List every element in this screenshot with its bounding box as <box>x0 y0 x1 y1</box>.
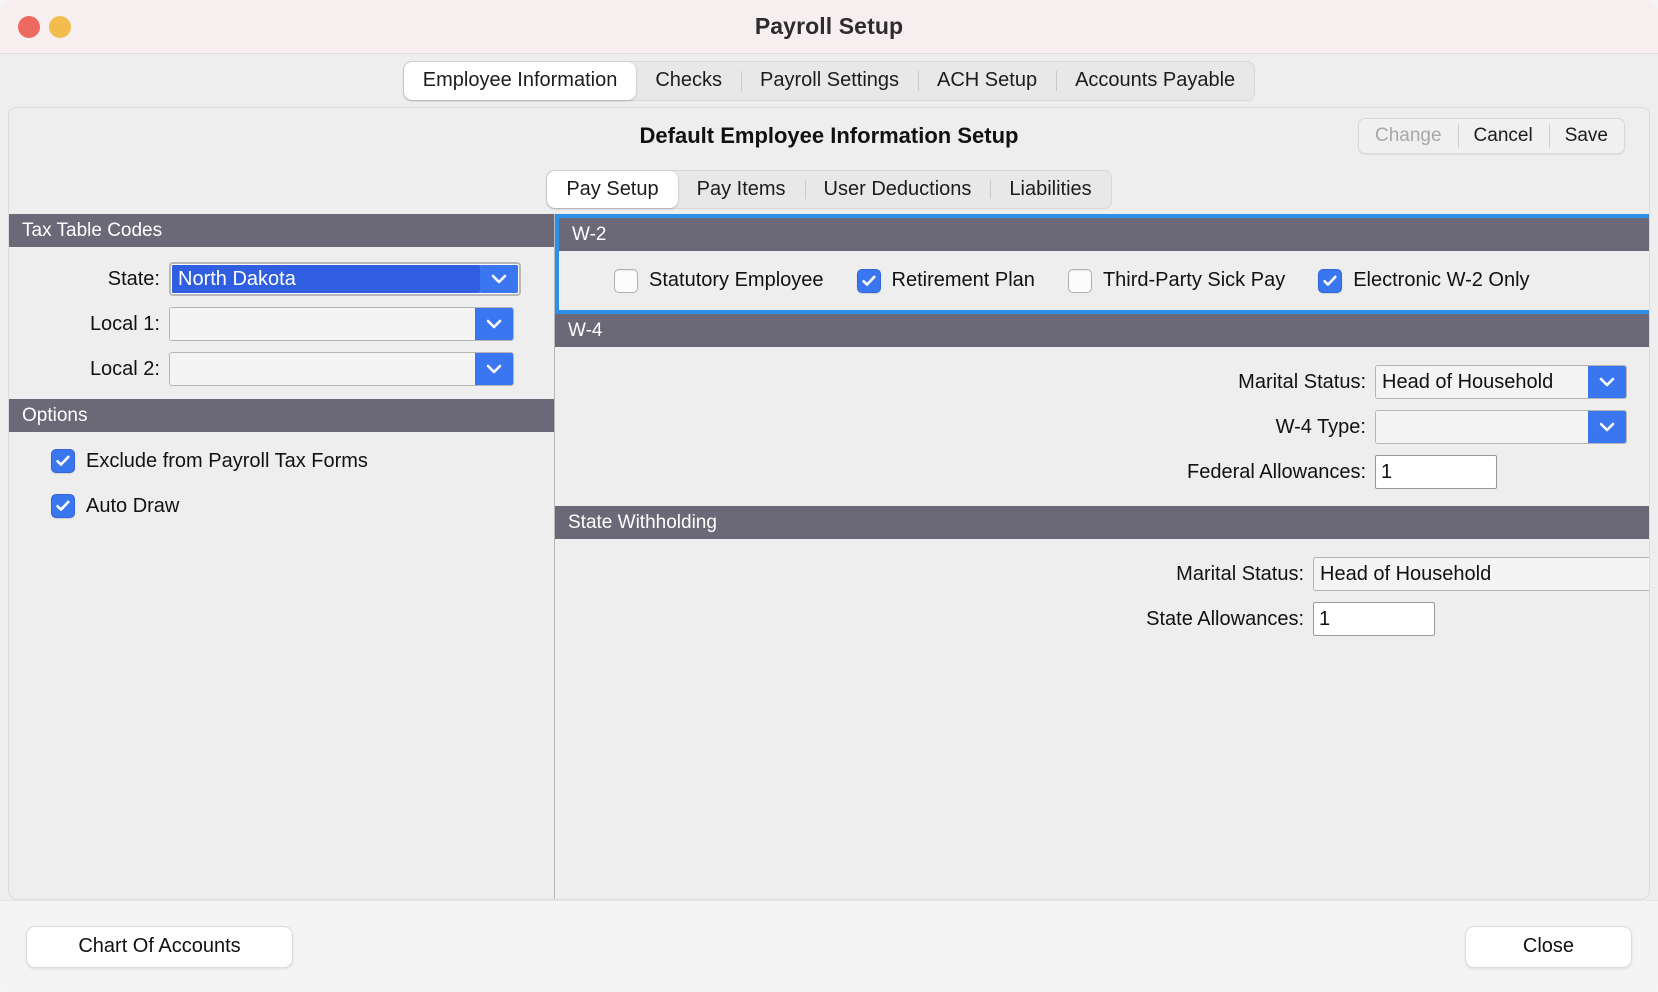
chevron-down-icon[interactable] <box>475 308 513 340</box>
tab-checks[interactable]: Checks <box>636 62 741 100</box>
tab-employee-information[interactable]: Employee Information <box>404 62 637 100</box>
top-tabs-row: Employee Information Checks Payroll Sett… <box>0 54 1658 107</box>
w2-option-label: Electronic W-2 Only <box>1353 269 1529 292</box>
state-allowances-row: State Allowances: 1 <box>555 602 1650 636</box>
option-auto-draw[interactable]: Auto Draw <box>51 494 554 518</box>
w2-retirement-plan[interactable]: Retirement Plan <box>857 269 1035 293</box>
local1-field-row: Local 1: <box>9 307 554 341</box>
chart-of-accounts-button[interactable]: Chart Of Accounts <box>26 926 293 968</box>
checkbox-third-party-sick-pay[interactable] <box>1068 269 1092 293</box>
state-label: State: <box>9 268 169 291</box>
local1-value <box>170 308 475 340</box>
local1-combobox[interactable] <box>169 307 514 341</box>
chevron-down-icon[interactable] <box>1649 558 1650 590</box>
sub-tabs: Pay Setup Pay Items User Deductions Liab… <box>546 170 1111 209</box>
panel-header: Default Employee Information Setup Chang… <box>9 108 1649 164</box>
w4-type-row: W-4 Type: <box>555 410 1650 444</box>
federal-allowances-label: Federal Allowances: <box>555 461 1375 484</box>
payroll-setup-window: Payroll Setup Employee Information Check… <box>0 0 1658 992</box>
w2-header: W-2 <box>559 218 1650 251</box>
state-marital-status-label: Marital Status: <box>555 563 1313 586</box>
option-label: Auto Draw <box>86 495 179 518</box>
cancel-button[interactable]: Cancel <box>1458 119 1549 153</box>
state-withholding-header: State Withholding <box>555 506 1650 539</box>
chevron-down-icon[interactable] <box>1588 366 1626 398</box>
w4-marital-status-label: Marital Status: <box>555 371 1375 394</box>
state-withholding-body: Marital Status: Head of Household State … <box>555 539 1650 653</box>
w4-type-label: W-4 Type: <box>555 416 1375 439</box>
state-combobox[interactable]: North Dakota <box>169 262 521 296</box>
window-titlebar: Payroll Setup <box>0 0 1658 54</box>
right-column-spacer <box>555 653 1650 899</box>
w2-checkbox-row: Statutory Employee Retirement Plan T <box>559 251 1650 310</box>
state-marital-status-combobox[interactable]: Head of Household <box>1313 557 1650 591</box>
subtab-liabilities[interactable]: Liabilities <box>990 171 1110 208</box>
w4-type-value <box>1376 411 1588 443</box>
options-header: Options <box>9 399 554 432</box>
state-value: North Dakota <box>172 265 480 293</box>
close-button[interactable]: Close <box>1465 926 1632 968</box>
chevron-down-icon[interactable] <box>1588 411 1626 443</box>
subtab-pay-setup[interactable]: Pay Setup <box>547 171 677 208</box>
federal-allowances-row: Federal Allowances: 1 <box>555 455 1650 489</box>
local2-value <box>170 353 475 385</box>
federal-allowances-input[interactable]: 1 <box>1375 455 1497 489</box>
state-allowances-input[interactable]: 1 <box>1313 602 1435 636</box>
state-allowances-label: State Allowances: <box>555 608 1313 631</box>
close-window-button[interactable] <box>18 16 40 38</box>
w4-header: W-4 <box>555 314 1650 347</box>
tab-payroll-settings[interactable]: Payroll Settings <box>741 62 918 100</box>
w4-marital-status-row: Marital Status: Head of Household <box>555 365 1650 399</box>
right-column: W-2 Statutory Employee Retirement Plan <box>555 214 1650 899</box>
save-button[interactable]: Save <box>1549 119 1624 153</box>
panel-body: Tax Table Codes State: North Dakota <box>9 214 1649 899</box>
tax-table-codes-body: State: North Dakota Local 1: <box>9 247 554 386</box>
left-column: Tax Table Codes State: North Dakota <box>9 214 555 899</box>
header-action-buttons: Change Cancel Save <box>1358 118 1625 154</box>
local2-field-row: Local 2: <box>9 352 554 386</box>
sub-tabs-row: Pay Setup Pay Items User Deductions Liab… <box>9 164 1649 214</box>
option-label: Exclude from Payroll Tax Forms <box>86 450 368 473</box>
subtab-user-deductions[interactable]: User Deductions <box>805 171 991 208</box>
w2-option-label: Statutory Employee <box>649 269 824 292</box>
tax-table-codes-header: Tax Table Codes <box>9 214 554 247</box>
content-area: Default Employee Information Setup Chang… <box>0 107 1658 900</box>
checkbox-statutory-employee[interactable] <box>614 269 638 293</box>
state-marital-status-value: Head of Household <box>1314 558 1649 590</box>
w2-electronic-w2-only[interactable]: Electronic W-2 Only <box>1318 269 1529 293</box>
w4-marital-status-value: Head of Household <box>1376 366 1588 398</box>
checkbox-retirement-plan[interactable] <box>857 269 881 293</box>
w4-type-combobox[interactable] <box>1375 410 1627 444</box>
w2-third-party-sick-pay[interactable]: Third-Party Sick Pay <box>1068 269 1285 293</box>
options-list: Exclude from Payroll Tax Forms Auto Draw <box>9 432 554 539</box>
setup-panel: Default Employee Information Setup Chang… <box>8 107 1650 900</box>
checkbox-auto-draw[interactable] <box>51 494 75 518</box>
option-exclude-from-payroll-tax-forms[interactable]: Exclude from Payroll Tax Forms <box>51 449 554 473</box>
w2-statutory-employee[interactable]: Statutory Employee <box>614 269 824 293</box>
local2-combobox[interactable] <box>169 352 514 386</box>
checkbox-electronic-w2-only[interactable] <box>1318 269 1342 293</box>
w4-body: Marital Status: Head of Household W-4 Ty… <box>555 347 1650 506</box>
w2-option-label: Third-Party Sick Pay <box>1103 269 1285 292</box>
window-footer: Chart Of Accounts Close <box>0 900 1658 992</box>
tab-accounts-payable[interactable]: Accounts Payable <box>1056 62 1254 100</box>
top-tabs: Employee Information Checks Payroll Sett… <box>403 61 1255 101</box>
state-field-row: State: North Dakota <box>9 262 554 296</box>
local1-label: Local 1: <box>9 313 169 336</box>
w4-marital-status-combobox[interactable]: Head of Household <box>1375 365 1627 399</box>
w2-section-highlight: W-2 Statutory Employee Retirement Plan <box>555 214 1650 314</box>
left-column-spacer <box>9 539 554 899</box>
state-marital-status-row: Marital Status: Head of Household <box>555 557 1650 591</box>
subtab-pay-items[interactable]: Pay Items <box>678 171 805 208</box>
window-controls <box>0 16 71 38</box>
chevron-down-icon[interactable] <box>475 353 513 385</box>
local2-label: Local 2: <box>9 358 169 381</box>
window-title: Payroll Setup <box>0 13 1658 40</box>
tab-ach-setup[interactable]: ACH Setup <box>918 62 1056 100</box>
chevron-down-icon[interactable] <box>480 265 518 293</box>
w2-option-label: Retirement Plan <box>892 269 1035 292</box>
checkbox-exclude-from-payroll-tax-forms[interactable] <box>51 449 75 473</box>
minimize-window-button[interactable] <box>49 16 71 38</box>
change-button[interactable]: Change <box>1359 119 1458 153</box>
